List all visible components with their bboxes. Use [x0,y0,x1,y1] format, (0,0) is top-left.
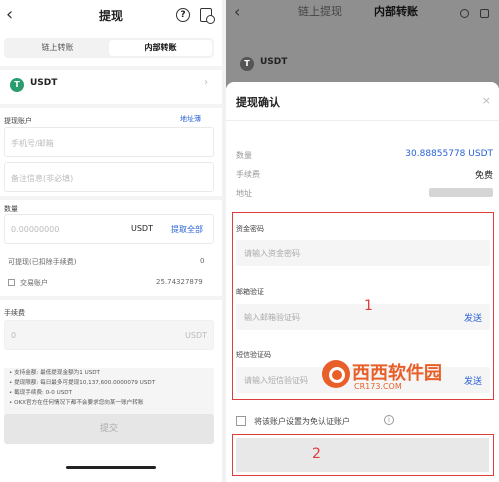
trade-account-checkbox[interactable] [8,279,15,286]
trade-account-label: 交易账户 [20,279,48,287]
watermark-logo-icon [322,360,350,388]
fee-key: 手续费 [236,170,260,179]
trade-account-value: 25.74327879 [156,278,203,286]
amount-value: 30.88855778 USDT [405,149,493,159]
amount-label: 数量 [4,205,18,213]
trusted-account-checkbox[interactable] [236,416,246,426]
confirm-button[interactable] [236,438,489,472]
account-label: 提现账户 [4,117,32,125]
info-icon[interactable]: i [384,415,394,425]
fee-label: 手续费 [4,309,25,317]
confirm-button-highlight [232,434,494,476]
divider [0,66,222,70]
note-line: • 截现手续费: 0-0 USDT [9,390,72,396]
tab-onchain-transfer[interactable]: 链上转账 [6,40,109,56]
available-value: 0 [200,257,205,265]
address-redacted [429,188,493,197]
bg-tab-onchain: 链上提现 [298,5,342,18]
divider [0,196,222,200]
remark-input[interactable]: 备注信息(非必填) [4,162,214,192]
history-icon[interactable] [200,8,215,24]
withdraw-notes: • 支持金额: 最低提现金额为1 USDT • 提现限额: 每日最多可提现10,… [4,368,214,416]
note-line: • 支持金额: 最低提现金额为1 USDT [9,370,100,376]
confirm-sheet: 提现确认 × 数量 30.88855778 USDT 手续费 免费 地址 资金密… [226,82,499,482]
watermark: 西西软件园 CR173.COM [322,358,498,394]
sheet-title: 提现确认 [236,96,280,109]
coin-name: USDT [30,78,58,88]
remark-placeholder: 备注信息(非必填) [11,174,74,183]
trusted-account-label: 将该账户设置为免认证账户 [254,417,350,426]
transfer-tabs: 链上转账 内部转账 [4,38,214,58]
withdraw-all-link[interactable]: 提取全部 [171,224,203,235]
usdt-coin-icon: T [240,57,254,71]
address-key: 地址 [236,189,252,198]
fee-value: 免费 [474,171,493,181]
amount-value: 0.00000000 [11,225,60,234]
dimmed-background: ‹ 链上提现 内部转账 T USDT [226,0,499,88]
annotation-mark-2: 2 [312,446,321,462]
fee-unit: USDT [185,331,207,340]
available-label: 可提现(已扣除手续费) [8,258,77,266]
note-line: • 提现限额: 每日最多可提现10,137,600.0000079 USDT [9,380,156,386]
amount-key: 数量 [236,151,252,160]
phone-email-placeholder: 手机号/邮箱 [11,139,54,148]
tab-internal-transfer[interactable]: 内部转账 [109,40,212,56]
fee-field: 0 USDT [4,320,214,350]
withdraw-screen: ‹ 提现 ? 链上转账 内部转账 T USDT › 提现账户 地址薄 手机号/邮… [0,0,222,482]
top-bar: ‹ 提现 ? [0,0,222,32]
coin-name: USDT [260,57,288,67]
amount-input[interactable]: 0.00000000 USDT 提取全部 [4,214,214,244]
help-icon [460,9,469,18]
address-book-link[interactable]: 地址薄 [180,114,201,124]
submit-button[interactable]: 提交 [4,414,214,444]
divider [0,104,222,108]
history-icon [480,9,489,18]
close-icon[interactable]: × [482,94,491,107]
coin-selector[interactable]: T USDT › [4,74,214,96]
chevron-right-icon: › [204,77,208,88]
amount-unit: USDT [131,224,153,233]
bg-tab-internal: 内部转账 [374,5,418,18]
annotation-mark-1: 1 [364,298,373,314]
back-arrow-icon: ‹ [234,2,241,21]
help-icon[interactable]: ? [176,8,190,22]
fee-value: 0 [11,331,17,340]
watermark-url: CR173.COM [354,382,402,391]
withdraw-confirm-screen: ‹ 链上提现 内部转账 T USDT 提现确认 × 数量 30.88855778… [226,0,499,482]
note-line: • OKX官方在任何情况下都不会要求您向某一账户转账 [9,400,144,406]
usdt-coin-icon: T [10,78,24,92]
divider [0,296,222,300]
divider [226,120,499,121]
phone-email-input[interactable]: 手机号/邮箱 [4,127,214,157]
home-indicator [66,466,156,469]
